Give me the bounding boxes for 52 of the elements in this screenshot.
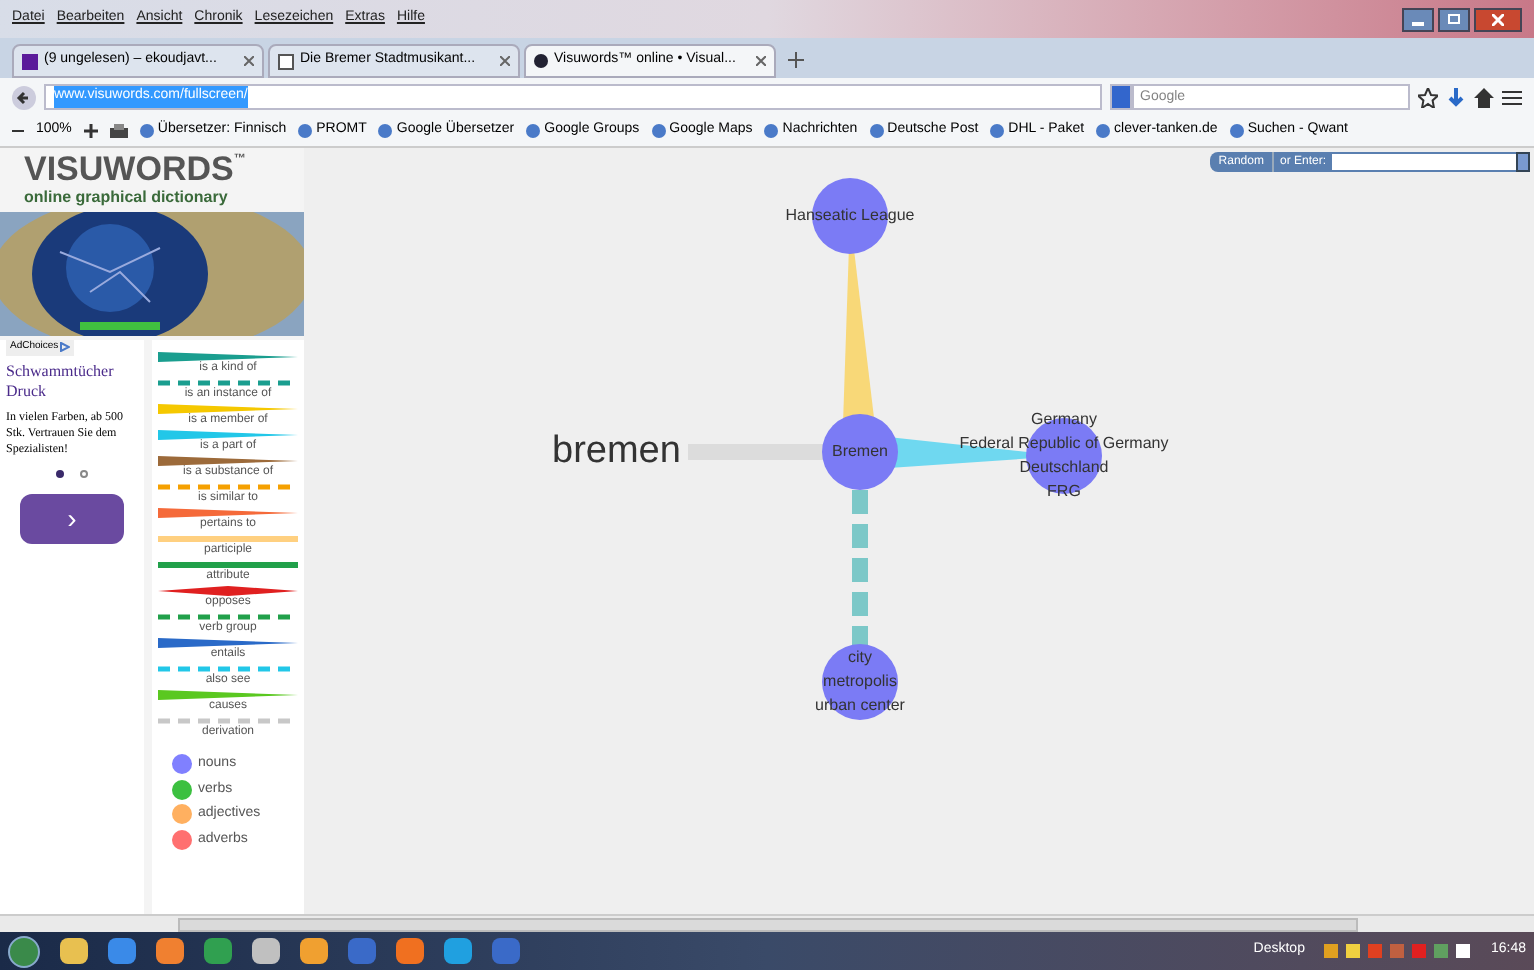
close-button[interactable] (1474, 7, 1522, 31)
bookmark-icon (378, 124, 393, 138)
word-input[interactable] (1332, 154, 1516, 170)
bookmark-icon (526, 124, 541, 138)
taskbar-app-icon[interactable] (108, 938, 136, 964)
close-icon[interactable] (756, 56, 766, 66)
maximize-button[interactable] (1438, 7, 1470, 31)
bookmark-icon (764, 124, 779, 138)
word-node[interactable] (822, 414, 898, 490)
tagline: online graphical dictionary (22, 188, 230, 208)
menu-icon[interactable] (1502, 89, 1522, 105)
search-word: bremen (552, 432, 681, 472)
node-label: Germany (1031, 408, 1097, 432)
minimize-button[interactable] (1402, 7, 1434, 31)
submit-button[interactable] (1516, 152, 1530, 172)
bookmark-icon (869, 124, 884, 138)
start-button[interactable] (8, 935, 40, 967)
scroll-thumb[interactable] (177, 917, 1357, 931)
play-icon[interactable] (60, 342, 71, 353)
bookmark-icon (651, 124, 666, 138)
node-label: Bremen (831, 440, 888, 464)
bookmark-icon (139, 124, 154, 138)
bookmark-icon (298, 124, 313, 138)
node-label: city (848, 646, 872, 670)
home-icon[interactable] (1474, 87, 1494, 107)
close-icon (1492, 13, 1504, 25)
printer-icon[interactable] (109, 123, 128, 139)
bookmark-icon (990, 124, 1005, 138)
bookmark-icon (1229, 124, 1244, 138)
new-tab-icon[interactable] (788, 52, 804, 68)
zoom-in-icon[interactable] (83, 124, 98, 138)
google-icon (1110, 84, 1132, 110)
download-icon[interactable] (1446, 87, 1466, 107)
taskbar-app-icon[interactable] (204, 938, 232, 964)
mail-icon (22, 53, 38, 69)
wiki-icon (278, 53, 294, 69)
taskbar-app-icon[interactable] (300, 938, 328, 964)
ad-title[interactable]: Schwammtücher Druck (6, 361, 138, 401)
taskbar-app-icon[interactable] (60, 938, 88, 964)
taskbar-app-icon[interactable] (156, 938, 184, 964)
globe-icon (534, 54, 548, 68)
close-icon[interactable] (244, 56, 254, 66)
taskbar-app-icon[interactable] (252, 938, 280, 964)
horizontal-scrollbar[interactable] (0, 914, 1534, 932)
back-icon[interactable] (12, 85, 36, 109)
bookmark-icon (1096, 124, 1111, 138)
node-label: metropolis (823, 670, 897, 694)
next-button[interactable]: › (20, 493, 124, 543)
taskbar-app-icon[interactable] (396, 938, 424, 964)
close-icon[interactable] (500, 56, 510, 66)
star-icon[interactable] (1418, 87, 1438, 107)
taskbar-app-icon[interactable] (444, 938, 472, 964)
